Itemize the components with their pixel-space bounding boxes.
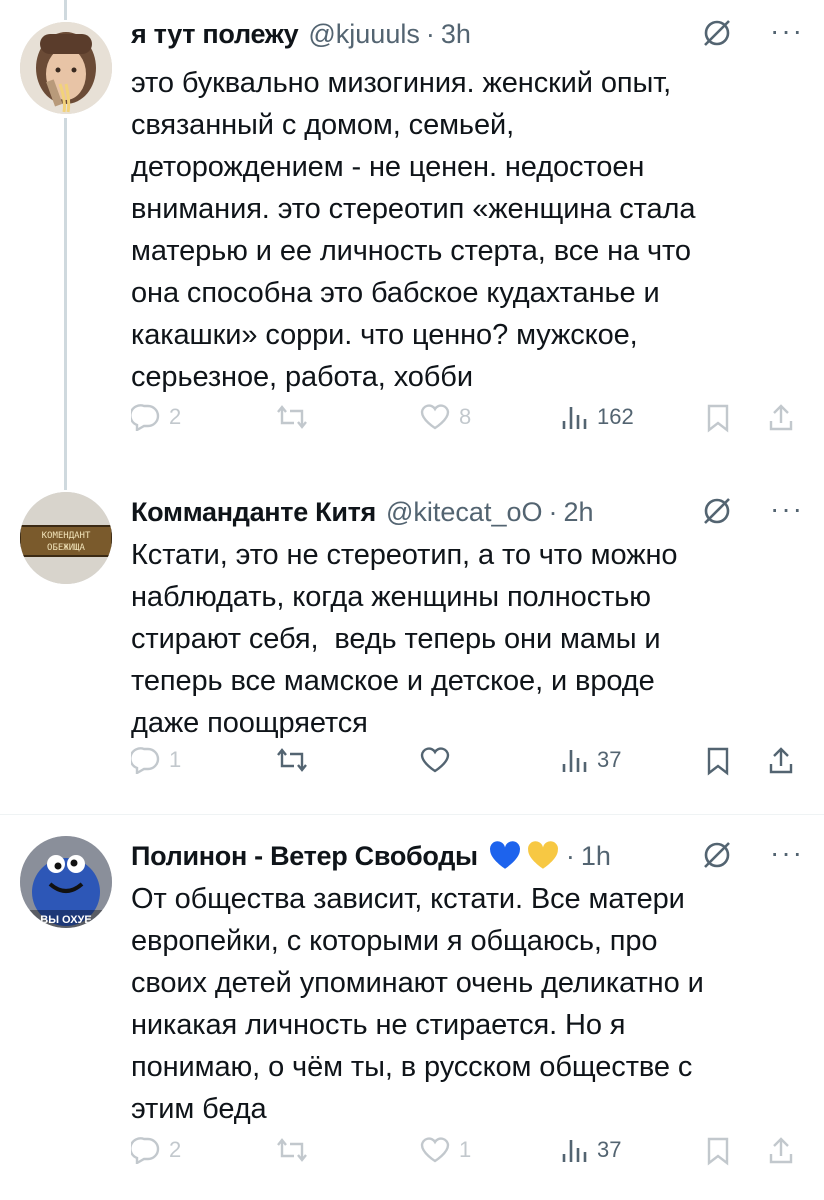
share-button[interactable] [767,403,795,433]
share-button[interactable] [767,746,795,776]
separator-dot: · [565,840,575,871]
tweet-text: От общества зависит, кстати. Все матери … [131,883,704,1125]
bookmark-icon [707,747,729,776]
views-button[interactable]: 37 [559,1136,621,1164]
grok-icon[interactable] [700,16,734,50]
heart-icon [420,747,450,773]
yellow-heart-icon [527,841,558,869]
views-button[interactable]: 162 [559,403,634,431]
like-count: 8 [459,404,472,429]
grok-icon[interactable] [700,494,734,528]
reply-icon [131,404,160,431]
tweet-header: я тут полежу @kjuuuls · 3h ··· [131,14,804,54]
avatar[interactable] [20,22,112,114]
reply-icon [131,1137,160,1164]
like-button[interactable]: 8 [419,403,471,431]
share-button[interactable] [767,1136,795,1166]
like-count: 1 [459,1137,472,1162]
tweet-3[interactable]: ВЫ ОХУЕ Полинон - Ветер Свободы · 1h ···… [0,822,824,1200]
views-icon [562,407,587,429]
retweet-button[interactable] [274,746,310,774]
tweet-header: Комманданте Китя @kitecat_oO · 2h ··· [131,492,804,532]
tweet-text: Кстати, это не стереотип, а то что можно… [131,539,678,739]
retweet-icon [277,1138,307,1162]
avatar-cookie-monster-icon: ВЫ ОХУЕ [20,836,112,928]
share-icon [769,404,793,431]
more-options-icon[interactable]: ··· [770,838,804,868]
bookmark-button[interactable] [704,746,732,776]
bookmark-button[interactable] [704,1136,732,1166]
bookmark-icon [707,404,729,433]
timestamp[interactable]: 3h [441,19,471,50]
reply-count: 1 [169,747,182,772]
view-count: 37 [597,747,622,772]
avatar[interactable]: КОМЕНДАНТ ОБЕЖИЩА [20,492,112,584]
retweet-icon [277,748,307,772]
like-button[interactable] [419,746,451,774]
author-handle[interactable]: @kjuuuls [308,19,419,50]
emoji-hearts [488,840,560,872]
separator-dot: · [425,18,435,49]
heart-icon [420,1137,450,1163]
tweet-1[interactable]: я тут полежу @kjuuuls · 3h ··· это буква… [0,0,824,465]
view-count: 37 [597,1137,622,1162]
avatar-girl-eating-noodles-icon [20,22,112,114]
avatar-sign-icon: КОМЕНДАНТ ОБЕЖИЩА [20,492,112,584]
avatar[interactable]: ВЫ ОХУЕ [20,836,112,928]
avatar-caption: ВЫ ОХУЕ [40,914,91,926]
timestamp[interactable]: 1h [581,841,611,872]
heart-icon [420,404,450,430]
views-button[interactable]: 37 [559,746,621,774]
sign-text-line2: ОБЕЖИЩА [47,543,86,553]
reply-count: 2 [169,1137,182,1162]
retweet-button[interactable] [274,1136,310,1164]
author-name[interactable]: я тут полежу [131,19,299,50]
retweet-button[interactable] [274,403,310,431]
tweet-text: это буквально мизогиния. женский опыт, с… [131,67,696,393]
share-icon [769,747,793,774]
author-name[interactable]: Полинон - Ветер Свободы [131,841,478,872]
like-button[interactable]: 1 [419,1136,471,1164]
reply-button[interactable]: 2 [131,1136,181,1164]
bookmark-button[interactable] [704,403,732,433]
author-name[interactable]: Комманданте Китя [131,497,376,528]
retweet-icon [277,405,307,429]
views-icon [562,1140,587,1162]
action-bar: 1 37 [131,746,804,786]
bookmark-icon [707,1137,729,1166]
timestamp[interactable]: 2h [563,497,593,528]
grok-icon[interactable] [700,838,734,872]
reply-icon [131,747,160,774]
views-icon [562,750,587,772]
separator-dot: · [548,496,558,527]
share-icon [769,1137,793,1164]
author-handle[interactable]: @kitecat_oO [386,497,542,528]
divider [0,814,824,815]
view-count: 162 [597,404,634,429]
blue-heart-icon [489,841,520,869]
sign-text-line1: КОМЕНДАНТ [42,531,91,541]
tweet-header: Полинон - Ветер Свободы · 1h ··· [131,836,804,876]
reply-button[interactable]: 2 [131,403,181,431]
reply-button[interactable]: 1 [131,746,181,774]
more-options-icon[interactable]: ··· [770,494,804,524]
action-bar: 2 1 37 [131,1136,804,1176]
more-options-icon[interactable]: ··· [770,16,804,46]
action-bar: 2 8 162 [131,403,804,443]
reply-count: 2 [169,404,182,429]
tweet-2[interactable]: КОМЕНДАНТ ОБЕЖИЩА Комманданте Китя @kite… [0,478,824,808]
